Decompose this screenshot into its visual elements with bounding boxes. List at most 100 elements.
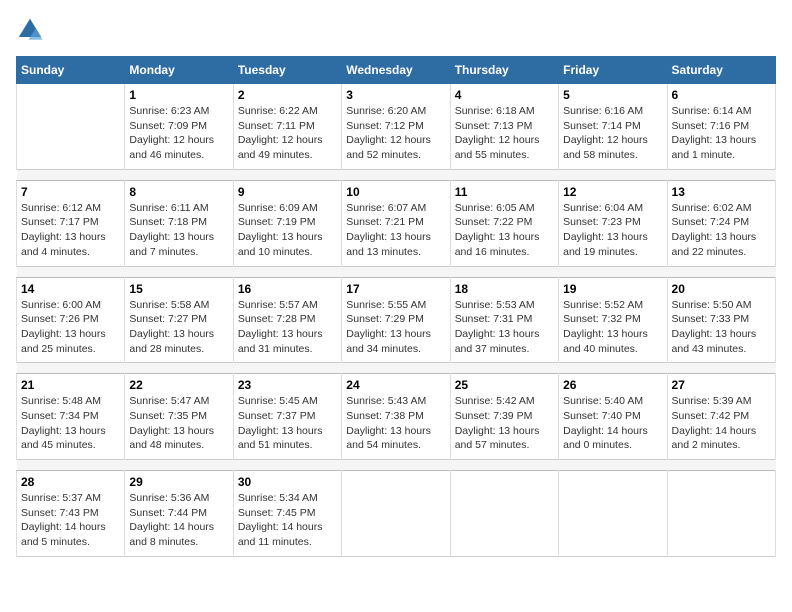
day-info: Sunrise: 5:52 AM Sunset: 7:32 PM Dayligh…: [563, 298, 662, 357]
day-info: Sunrise: 6:14 AM Sunset: 7:16 PM Dayligh…: [672, 104, 771, 163]
day-number: 19: [563, 282, 662, 296]
day-number: 17: [346, 282, 445, 296]
day-number: 28: [21, 475, 120, 489]
day-number: 4: [455, 88, 554, 102]
calendar-cell: 6Sunrise: 6:14 AM Sunset: 7:16 PM Daylig…: [667, 84, 775, 170]
week-separator: [17, 460, 776, 471]
day-number: 18: [455, 282, 554, 296]
day-number: 1: [129, 88, 228, 102]
week-separator: [17, 169, 776, 180]
calendar-cell: 16 Sunrise: 5:57 AM Sunset: 7:28 PM Dayli…: [233, 277, 341, 363]
week-separator: [17, 363, 776, 374]
day-info: Sunrise: 6:00 AM Sunset: 7:26 PM Dayligh…: [21, 298, 120, 357]
logo: [16, 16, 48, 44]
day-number: 15: [129, 282, 228, 296]
header-cell-monday: Monday: [125, 57, 233, 84]
week-row: 14 Sunrise: 6:00 AM Sunset: 7:26 PM Dayli…: [17, 277, 776, 363]
header-row: SundayMondayTuesdayWednesdayThursdayFrid…: [17, 57, 776, 84]
calendar-cell: [450, 471, 558, 557]
day-number: 27: [672, 378, 771, 392]
day-info: Sunrise: 5:47 AM Sunset: 7:35 PM Dayligh…: [129, 394, 228, 453]
day-number: 11: [455, 185, 554, 199]
calendar-cell: 26Sunrise: 5:40 AM Sunset: 7:40 PM Dayli…: [559, 374, 667, 460]
day-number: 12: [563, 185, 662, 199]
day-number: 5: [563, 88, 662, 102]
day-info: Sunrise: 5:39 AM Sunset: 7:42 PM Dayligh…: [672, 394, 771, 453]
week-row: 21 Sunrise: 5:48 AM Sunset: 7:34 PM Dayli…: [17, 374, 776, 460]
day-info: Sunrise: 5:42 AM Sunset: 7:39 PM Dayligh…: [455, 394, 554, 453]
day-number: 22: [129, 378, 228, 392]
day-number: 3: [346, 88, 445, 102]
header-cell-sunday: Sunday: [17, 57, 125, 84]
day-info: Sunrise: 5:34 AM Sunset: 7:45 PM Dayligh…: [238, 491, 337, 550]
day-number: 20: [672, 282, 771, 296]
calendar-cell: 14 Sunrise: 6:00 AM Sunset: 7:26 PM Dayli…: [17, 277, 125, 363]
page-header: [16, 16, 776, 44]
day-info: Sunrise: 5:37 AM Sunset: 7:43 PM Dayligh…: [21, 491, 120, 550]
day-info: Sunrise: 6:12 AM Sunset: 7:17 PM Dayligh…: [21, 201, 120, 260]
calendar-cell: 2 Sunrise: 6:22 AM Sunset: 7:11 PM Daylig…: [233, 84, 341, 170]
calendar-cell: 3Sunrise: 6:20 AM Sunset: 7:12 PM Daylig…: [342, 84, 450, 170]
calendar-cell: 18 Sunrise: 5:53 AM Sunset: 7:31 PM Dayli…: [450, 277, 558, 363]
day-number: 24: [346, 378, 445, 392]
calendar-cell: 22 Sunrise: 5:47 AM Sunset: 7:35 PM Dayli…: [125, 374, 233, 460]
calendar-body: 1 Sunrise: 6:23 AM Sunset: 7:09 PM Daylig…: [17, 84, 776, 557]
day-number: 21: [21, 378, 120, 392]
header-cell-thursday: Thursday: [450, 57, 558, 84]
week-separator: [17, 266, 776, 277]
day-number: 8: [129, 185, 228, 199]
day-info: Sunrise: 5:53 AM Sunset: 7:31 PM Dayligh…: [455, 298, 554, 357]
calendar-cell: 4 Sunrise: 6:18 AM Sunset: 7:13 PM Daylig…: [450, 84, 558, 170]
calendar-cell: [667, 471, 775, 557]
day-info: Sunrise: 6:05 AM Sunset: 7:22 PM Dayligh…: [455, 201, 554, 260]
day-info: Sunrise: 5:50 AM Sunset: 7:33 PM Dayligh…: [672, 298, 771, 357]
day-info: Sunrise: 6:11 AM Sunset: 7:18 PM Dayligh…: [129, 201, 228, 260]
day-number: 25: [455, 378, 554, 392]
calendar-table: SundayMondayTuesdayWednesdayThursdayFrid…: [16, 56, 776, 557]
logo-icon: [16, 16, 44, 44]
day-number: 14: [21, 282, 120, 296]
calendar-cell: 20 Sunrise: 5:50 AM Sunset: 7:33 PM Dayli…: [667, 277, 775, 363]
day-number: 23: [238, 378, 337, 392]
day-info: Sunrise: 6:23 AM Sunset: 7:09 PM Dayligh…: [129, 104, 228, 163]
day-info: Sunrise: 6:18 AM Sunset: 7:13 PM Dayligh…: [455, 104, 554, 163]
calendar-cell: 23Sunrise: 5:45 AM Sunset: 7:37 PM Dayli…: [233, 374, 341, 460]
calendar-cell: 27 Sunrise: 5:39 AM Sunset: 7:42 PM Dayli…: [667, 374, 775, 460]
header-cell-tuesday: Tuesday: [233, 57, 341, 84]
calendar-cell: 13Sunrise: 6:02 AM Sunset: 7:24 PM Dayli…: [667, 180, 775, 266]
day-info: Sunrise: 5:36 AM Sunset: 7:44 PM Dayligh…: [129, 491, 228, 550]
calendar-cell: 8 Sunrise: 6:11 AM Sunset: 7:18 PM Daylig…: [125, 180, 233, 266]
day-number: 29: [129, 475, 228, 489]
day-number: 2: [238, 88, 337, 102]
day-number: 10: [346, 185, 445, 199]
day-info: Sunrise: 6:16 AM Sunset: 7:14 PM Dayligh…: [563, 104, 662, 163]
day-info: Sunrise: 5:55 AM Sunset: 7:29 PM Dayligh…: [346, 298, 445, 357]
calendar-cell: 5 Sunrise: 6:16 AM Sunset: 7:14 PM Daylig…: [559, 84, 667, 170]
calendar-cell: 17 Sunrise: 5:55 AM Sunset: 7:29 PM Dayli…: [342, 277, 450, 363]
week-row: 28 Sunrise: 5:37 AM Sunset: 7:43 PM Dayli…: [17, 471, 776, 557]
calendar-cell: [342, 471, 450, 557]
calendar-cell: 25 Sunrise: 5:42 AM Sunset: 7:39 PM Dayli…: [450, 374, 558, 460]
day-info: Sunrise: 6:04 AM Sunset: 7:23 PM Dayligh…: [563, 201, 662, 260]
day-info: Sunrise: 6:22 AM Sunset: 7:11 PM Dayligh…: [238, 104, 337, 163]
calendar-cell: 24Sunrise: 5:43 AM Sunset: 7:38 PM Dayli…: [342, 374, 450, 460]
week-row: 1 Sunrise: 6:23 AM Sunset: 7:09 PM Daylig…: [17, 84, 776, 170]
day-info: Sunrise: 5:57 AM Sunset: 7:28 PM Dayligh…: [238, 298, 337, 357]
calendar-cell: 29 Sunrise: 5:36 AM Sunset: 7:44 PM Dayli…: [125, 471, 233, 557]
calendar-cell: 28 Sunrise: 5:37 AM Sunset: 7:43 PM Dayli…: [17, 471, 125, 557]
header-cell-wednesday: Wednesday: [342, 57, 450, 84]
calendar-cell: 19 Sunrise: 5:52 AM Sunset: 7:32 PM Dayli…: [559, 277, 667, 363]
header-cell-friday: Friday: [559, 57, 667, 84]
calendar-header: SundayMondayTuesdayWednesdayThursdayFrid…: [17, 57, 776, 84]
calendar-cell: 1 Sunrise: 6:23 AM Sunset: 7:09 PM Daylig…: [125, 84, 233, 170]
calendar-cell: 21 Sunrise: 5:48 AM Sunset: 7:34 PM Dayli…: [17, 374, 125, 460]
calendar-cell: [559, 471, 667, 557]
day-number: 7: [21, 185, 120, 199]
calendar-cell: 9Sunrise: 6:09 AM Sunset: 7:19 PM Daylig…: [233, 180, 341, 266]
day-info: Sunrise: 5:48 AM Sunset: 7:34 PM Dayligh…: [21, 394, 120, 453]
day-number: 16: [238, 282, 337, 296]
day-number: 13: [672, 185, 771, 199]
day-info: Sunrise: 5:58 AM Sunset: 7:27 PM Dayligh…: [129, 298, 228, 357]
day-number: 9: [238, 185, 337, 199]
day-number: 30: [238, 475, 337, 489]
